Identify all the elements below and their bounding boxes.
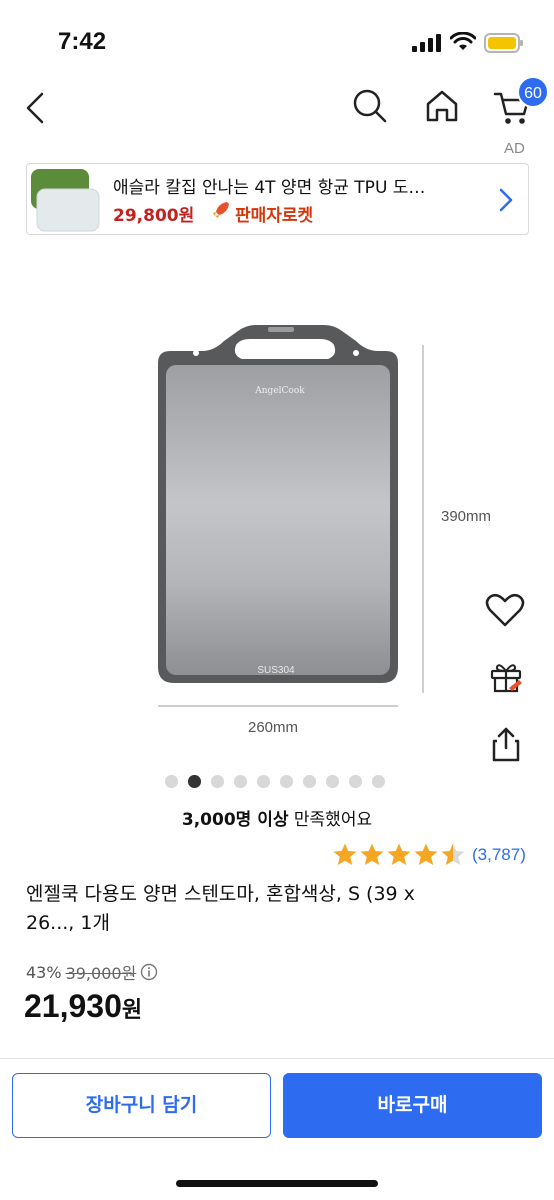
buy-now-button[interactable]: 바로구매 — [283, 1073, 542, 1138]
ad-label: AD — [504, 140, 525, 157]
engraving-text: SUS304 — [257, 665, 295, 676]
original-price: 39,000원 — [65, 964, 137, 983]
cart-count-badge[interactable]: 60 — [517, 76, 549, 108]
search-icon[interactable] — [352, 88, 388, 124]
status-time: 7:42 — [58, 28, 107, 55]
home-icon[interactable] — [423, 87, 461, 125]
ad-delivery-badge: 판매자로켓 — [235, 206, 314, 226]
width-dimension-label: 260mm — [248, 719, 299, 736]
add-to-cart-button[interactable]: 장바구니 담기 — [12, 1073, 271, 1138]
rocket-icon — [213, 202, 229, 218]
carousel-dot[interactable] — [234, 775, 247, 788]
back-icon[interactable] — [20, 88, 50, 128]
ad-price: 29,800원 — [113, 206, 195, 226]
height-dimension-label: 390mm — [441, 508, 492, 525]
star-icon — [333, 843, 357, 865]
bottom-action-bar: 장바구니 담기 바로구매 — [0, 1059, 554, 1200]
share-icon[interactable] — [491, 726, 521, 762]
home-indicator — [176, 1180, 378, 1187]
carousel-dot[interactable] — [372, 775, 385, 788]
carousel-dot[interactable] — [211, 775, 224, 788]
satisfaction-label: 만족했어요 — [293, 810, 373, 830]
star-icon — [360, 843, 384, 865]
star-icon — [414, 843, 438, 865]
carousel-dot[interactable] — [326, 775, 339, 788]
svg-text:AngelCook: AngelCook — [254, 386, 305, 396]
status-bar: 7:42 — [0, 0, 554, 80]
rating-row[interactable]: (3,787) — [332, 840, 526, 870]
ad-banner[interactable]: 애슬라 칼집 안나는 4T 양면 항균 TPU 도… 29,800원 판매자로켓 — [26, 163, 529, 235]
product-title-line-2: 26..., 1개 — [26, 912, 110, 934]
sale-price: 21,930원 — [24, 988, 142, 1025]
star-icon — [387, 843, 411, 865]
chevron-right-icon[interactable] — [497, 186, 515, 214]
carousel-dot[interactable] — [303, 775, 316, 788]
ad-title: 애슬라 칼집 안나는 4T 양면 항균 TPU 도… — [113, 178, 426, 198]
top-nav: 60 — [0, 76, 554, 136]
battery-icon — [484, 33, 523, 53]
carousel-dot[interactable] — [188, 775, 201, 788]
satisfaction-text: 3,000명 이상 만족했어요 — [0, 805, 554, 830]
review-count[interactable]: (3,787) — [472, 845, 526, 865]
info-icon[interactable] — [140, 963, 158, 981]
star-icon — [441, 843, 465, 865]
carousel-dot[interactable] — [257, 775, 270, 788]
carousel-dot[interactable] — [280, 775, 293, 788]
discount-rate: 43% — [26, 962, 62, 982]
product-title-line-1: 엔젤쿡 다용도 양면 스텐도마, 혼합색상, S (39 x — [26, 883, 415, 905]
product-title: 엔젤쿡 다용도 양면 스텐도마, 혼합색상, S (39 x 26..., 1개 — [26, 880, 526, 938]
heart-icon[interactable] — [485, 592, 525, 628]
satisfaction-count: 3,000명 이상 — [181, 810, 289, 830]
discount-row: 43% 39,000원 — [26, 960, 158, 984]
sale-price-unit: 원 — [121, 998, 143, 1023]
sale-price-number: 21,930 — [24, 988, 122, 1024]
product-image[interactable]: AngelCook SUS304 — [140, 315, 440, 745]
wifi-icon — [450, 32, 476, 50]
ad-product-thumbnail — [31, 169, 100, 232]
carousel-indicator[interactable] — [165, 775, 385, 789]
star-rating — [332, 842, 466, 868]
signal-icon — [412, 34, 441, 52]
carousel-dot[interactable] — [165, 775, 178, 788]
gift-icon[interactable] — [489, 660, 523, 694]
carousel-dot[interactable] — [349, 775, 362, 788]
